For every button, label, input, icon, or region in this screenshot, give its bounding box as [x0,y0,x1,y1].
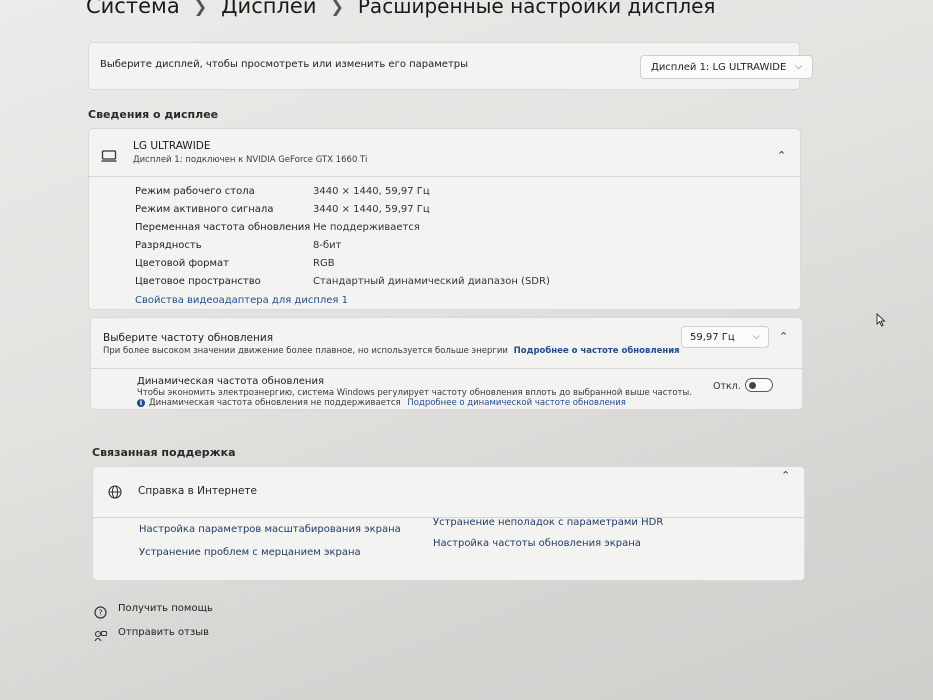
display-subtitle: Дисплей 1: подключен к NVIDIA GeForce GT… [133,155,368,165]
help-icon: ? [94,604,107,623]
feedback-icon [94,628,107,647]
dynamic-refresh-title: Динамическая частота обновления [137,376,324,387]
info-label-vrr: Переменная частота обновления [135,222,311,233]
info-value-vrr: Не поддерживается [313,222,420,233]
info-value-active-signal: 3440 × 1440, 59,97 Гц [313,204,430,215]
info-value-desktop-mode: 3440 × 1440, 59,97 Гц [313,186,430,197]
divider [91,368,802,369]
toggle-knob [749,381,756,389]
breadcrumb: Система ❯ Дисплей ❯ Расширенные настройк… [86,0,715,18]
info-label-color-space: Цветовое пространство [135,276,261,287]
info-label-color-format: Цветовой формат [135,258,229,269]
dynamic-refresh-toggle-label: Откл. [713,381,741,392]
info-value-bit-depth: 8-бит [313,240,342,251]
online-help-title[interactable]: Справка в Интернете [138,485,257,497]
chevron-right-icon: ❯ [330,0,344,16]
display-info-card: LG ULTRAWIDE Дисплей 1: подключен к NVID… [88,128,801,310]
dynamic-refresh-toggle[interactable] [745,378,773,392]
display-dropdown[interactable]: Дисплей 1: LG ULTRAWIDE ⌵ [640,55,814,79]
breadcrumb-display[interactable]: Дисплей [221,0,316,18]
display-info-heading: Сведения о дисплее [88,108,219,121]
display-dropdown-value: Дисплей 1: LG ULTRAWIDE [651,61,787,73]
select-display-prompt: Выберите дисплей, чтобы просмотреть или … [100,59,469,70]
chevron-down-icon: ⌵ [753,332,760,342]
refresh-rate-desc: При более высоком значении движение боле… [103,346,680,356]
refresh-rate-learn-more-link[interactable]: Подробнее о частоте обновления [514,346,680,356]
support-link-scaling[interactable]: Настройка параметров масштабирования экр… [139,524,401,535]
display-name: LG ULTRAWIDE [133,140,211,152]
page-title: Расширенные настройки дисплея [357,0,716,18]
info-icon: i [137,398,145,407]
monitor-icon [101,147,117,166]
support-link-refresh[interactable]: Настройка частоты обновления экрана [433,538,641,549]
chevron-right-icon: ❯ [193,0,208,16]
globe-icon [108,484,122,503]
dynamic-refresh-learn-more-link[interactable]: Подробнее о динамической частоте обновле… [407,398,626,408]
support-link-flicker[interactable]: Устранение проблем с мерцанием экрана [139,547,361,558]
refresh-rate-title: Выберите частоту обновления [103,332,274,344]
related-support-heading: Связанная поддержка [92,446,236,459]
info-label-bit-depth: Разрядность [135,240,202,251]
divider [89,176,800,177]
related-support-card: Справка в Интернете ⌃ Настройка параметр… [92,466,805,581]
refresh-rate-value: 59,97 Гц [690,331,735,343]
chevron-down-icon: ⌵ [795,62,803,72]
collapse-chevron-icon[interactable]: ⌃ [779,330,788,343]
get-help-link[interactable]: Получить помощь [118,603,213,614]
send-feedback-link[interactable]: Отправить отзыв [118,627,209,638]
info-value-color-format: RGB [313,258,335,269]
breadcrumb-system[interactable]: Система [86,0,180,18]
mouse-cursor-icon [876,312,886,331]
refresh-rate-desc-text: При более высоком значении движение боле… [103,346,508,356]
support-link-hdr[interactable]: Устранение неполадок с параметрами HDR [433,517,663,528]
dynamic-refresh-desc: Чтобы экономить электроэнергию, система … [137,388,692,398]
svg-text:?: ? [98,609,102,618]
select-display-card: Выберите дисплей, чтобы просмотреть или … [88,42,814,90]
info-label-desktop-mode: Режим рабочего стола [135,186,255,197]
collapse-chevron-icon[interactable]: ⌃ [777,149,786,162]
dynamic-refresh-note-row: i Динамическая частота обновления не подд… [137,398,626,408]
info-label-active-signal: Режим активного сигнала [135,204,274,215]
refresh-rate-card: Выберите частоту обновления При более вы… [90,317,803,410]
collapse-chevron-icon[interactable]: ⌃ [781,469,790,482]
dynamic-refresh-note: Динамическая частота обновления не подде… [149,398,401,408]
adapter-properties-link[interactable]: Свойства видеоадаптера для дисплея 1 [135,295,348,306]
refresh-rate-dropdown[interactable]: 59,97 Гц ⌵ [681,326,769,348]
info-value-color-space: Стандартный динамический диапазон (SDR) [313,276,550,287]
